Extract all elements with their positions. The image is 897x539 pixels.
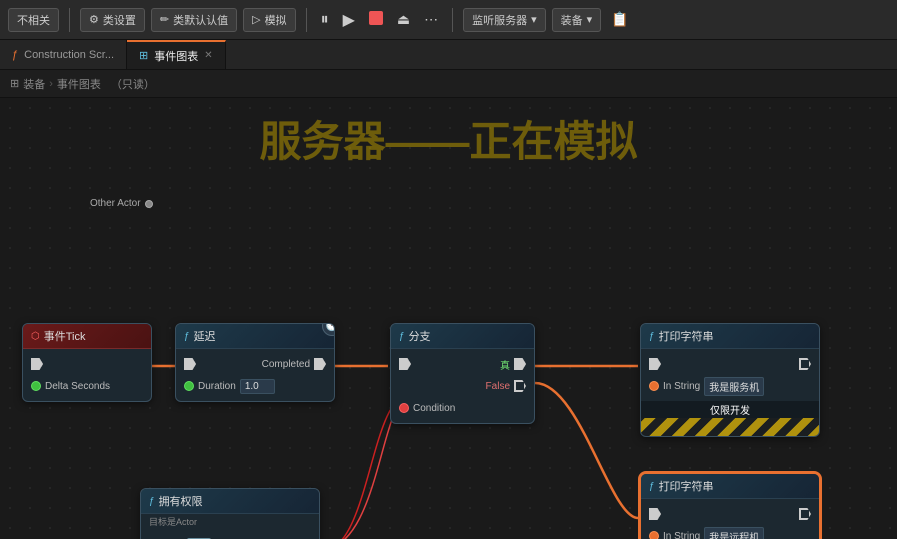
- delta-seconds-pin-row: Delta Seconds: [31, 377, 143, 395]
- tabbar: ƒ Construction Scr... ⊞ 事件图表 ✕: [0, 40, 897, 70]
- delta-seconds-pin: [31, 381, 41, 391]
- simulate-icon: ▷: [252, 13, 260, 26]
- tab-event-graph[interactable]: ⊞ 事件图表 ✕: [127, 40, 226, 69]
- delay-completed-pin: [314, 358, 326, 370]
- breadcrumb-root[interactable]: 装备: [23, 76, 45, 92]
- condition-pin-row: Condition: [399, 399, 526, 417]
- monitor-server-btn[interactable]: 监听服务器 ▾: [463, 8, 546, 32]
- chevron-down-icon2: ▾: [587, 13, 593, 26]
- print2-instring-row: In String 我是远程机: [649, 527, 811, 539]
- authority-func-icon: ƒ: [149, 496, 155, 507]
- branch-exec-in: [399, 358, 411, 370]
- print1-func-icon: ƒ: [649, 331, 655, 342]
- node-event-tick-body: Delta Seconds: [23, 349, 151, 401]
- node-event-tick-header: ⬡ 事件Tick: [23, 324, 151, 349]
- print2-string-value: 我是远程机: [704, 527, 764, 539]
- blueprint-canvas[interactable]: 服务器——正在模拟 Other Actor ⬡ 事件Tick: [0, 98, 897, 539]
- delay-func-icon: ƒ: [184, 331, 190, 342]
- branch-true-pin: [514, 358, 526, 370]
- not-related-btn[interactable]: 不相关: [8, 8, 59, 32]
- node-branch-body: 真 False Condition: [391, 349, 534, 423]
- print2-exec-out: [799, 508, 811, 520]
- node-print2-body: In String 我是远程机: [641, 499, 819, 539]
- node-print1-body: In String 我是服务机: [641, 349, 819, 401]
- pause-btn[interactable]: ⏸: [317, 9, 333, 31]
- breadcrumb: ⊞ 装备 › 事件图表 （只读）: [0, 70, 897, 98]
- node-branch-header: ƒ 分支: [391, 324, 534, 349]
- stop-icon: [369, 11, 383, 25]
- node-branch[interactable]: ƒ 分支 真 False Condition: [390, 323, 535, 424]
- node-authority[interactable]: ƒ 拥有权限 目标是Actor 目标 self Return Value: [140, 488, 320, 539]
- exec-out-pin: [31, 358, 43, 370]
- node-print1-header: ƒ 打印字符串: [641, 324, 819, 349]
- sep3: [452, 8, 453, 32]
- node-authority-header: ƒ 拥有权限: [141, 489, 319, 514]
- branch-false-pin: [514, 380, 526, 392]
- defaults-btn[interactable]: ✏ 类默认认值: [151, 8, 237, 32]
- simulate-btn[interactable]: ▷ 模拟: [243, 8, 295, 32]
- stop-btn[interactable]: [365, 9, 387, 30]
- print1-exec-in: [649, 358, 661, 370]
- authority-subtitle: 目标是Actor: [141, 514, 319, 530]
- print1-exec-pins: [649, 355, 811, 373]
- print1-hazard-stripe: [641, 418, 819, 436]
- condition-pin: [399, 403, 409, 413]
- duration-pin: [184, 381, 194, 391]
- print2-exec-pins: [649, 505, 811, 523]
- node-print2[interactable]: ƒ 打印字符串 In String 我是远程机 仅限开发 ↖: [640, 473, 820, 539]
- sep2: [306, 8, 307, 32]
- breadcrumb-sep: ›: [49, 78, 53, 90]
- print1-instring-pin: [649, 381, 659, 391]
- branch-func-icon: ƒ: [399, 331, 405, 342]
- print1-instring-row: In String 我是服务机: [649, 377, 811, 395]
- chevron-down-icon: ▾: [531, 13, 537, 26]
- blueprint-icon-btn[interactable]: 📋: [607, 9, 632, 30]
- duration-input[interactable]: [240, 379, 275, 394]
- toolbar: 不相关 ⚙ 类设置 ✏ 类默认认值 ▷ 模拟 ⏸ ▶ ⏏ ⋯ 监听服务器 ▾ 装…: [0, 0, 897, 40]
- more-btn[interactable]: ⋯: [420, 9, 442, 30]
- func-icon: ƒ: [12, 49, 18, 61]
- server-banner: 服务器——正在模拟: [0, 108, 897, 169]
- node-print2-header: ƒ 打印字符串: [641, 474, 819, 499]
- print1-exec-out: [799, 358, 811, 370]
- equipment-btn[interactable]: 装备 ▾: [552, 8, 602, 32]
- node-authority-body: 目标 self Return Value: [141, 530, 319, 539]
- delay-exec-in: [184, 358, 196, 370]
- other-actor-label: Other Actor: [90, 198, 153, 209]
- exec-out-pin-row: [31, 355, 143, 373]
- branch-false-row: False: [399, 377, 526, 395]
- defaults-icon: ✏: [160, 13, 169, 26]
- print1-string-value: 我是服务机: [704, 377, 764, 396]
- node-event-tick[interactable]: ⬡ 事件Tick Delta Seconds: [22, 323, 152, 402]
- node-delay[interactable]: ƒ 延迟 🕐 Completed Duration: [175, 323, 335, 402]
- print2-exec-in: [649, 508, 661, 520]
- duration-pin-row: Duration: [184, 377, 326, 395]
- breadcrumb-readonly: （只读）: [111, 76, 155, 92]
- eject-btn[interactable]: ⏏: [393, 9, 414, 30]
- tab-construction[interactable]: ƒ Construction Scr...: [0, 40, 127, 69]
- event-tick-icon: ⬡: [31, 331, 40, 342]
- other-actor-pin: [145, 200, 153, 208]
- node-delay-body: Completed Duration: [176, 349, 334, 401]
- node-print1[interactable]: ƒ 打印字符串 In String 我是服务机 仅限开发: [640, 323, 820, 437]
- gear-icon: ⚙: [89, 13, 99, 26]
- grid-icon: ⊞: [139, 49, 148, 62]
- delay-exec-pins: Completed: [184, 355, 326, 373]
- print2-func-icon: ƒ: [649, 481, 655, 492]
- grid-small-icon: ⊞: [10, 77, 19, 90]
- sep1: [69, 8, 70, 32]
- play-btn[interactable]: ▶: [339, 8, 359, 32]
- tab-close-btn[interactable]: ✕: [204, 50, 212, 61]
- print1-hazard-label: 仅限开发: [641, 401, 819, 418]
- print2-instring-pin: [649, 531, 659, 539]
- node-delay-header: ƒ 延迟: [176, 324, 334, 349]
- breadcrumb-current: 事件图表: [57, 76, 101, 92]
- branch-exec-pins: 真: [399, 355, 526, 373]
- class-settings-btn[interactable]: ⚙ 类设置: [80, 8, 145, 32]
